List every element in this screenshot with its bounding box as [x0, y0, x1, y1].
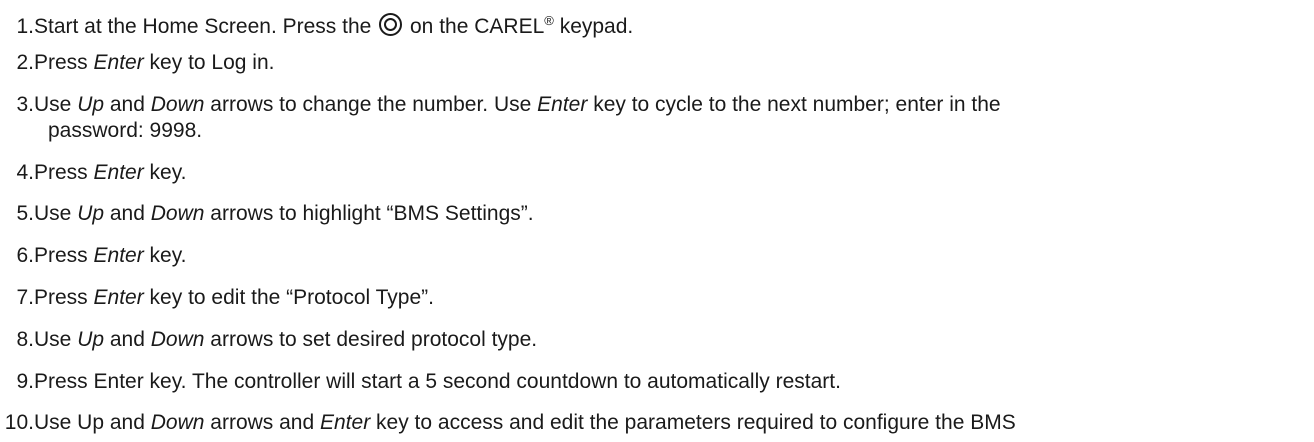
step-9: 9.Press Enter key. The controller will s…: [16, 370, 841, 393]
instruction-list: 1.Start at the Home Screen. Press the on…: [0, 0, 1314, 442]
step-number: 1.: [16, 15, 34, 38]
step-3: 3.Use Up and Down arrows to change the n…: [16, 93, 1001, 116]
step-8: 8.Use Up and Down arrows to set desired …: [16, 328, 538, 351]
step-1: 1.Start at the Home Screen. Press the on…: [0, 8, 1314, 39]
step-4: 4.Press Enter key.: [16, 161, 187, 184]
step-3-continued: password: 9998.: [48, 119, 203, 142]
program-key-icon: [379, 13, 403, 36]
step-6: 6.Press Enter key.: [16, 244, 187, 267]
step-10: 10.Use Up and Down arrows and Enter key …: [4, 411, 1016, 434]
step-5: 5.Use Up and Down arrows to highlight “B…: [16, 202, 534, 225]
step-7: 7.Press Enter key to edit the “Protocol …: [16, 286, 434, 309]
step-2: 2.Press Enter key to Log in.: [16, 51, 275, 74]
